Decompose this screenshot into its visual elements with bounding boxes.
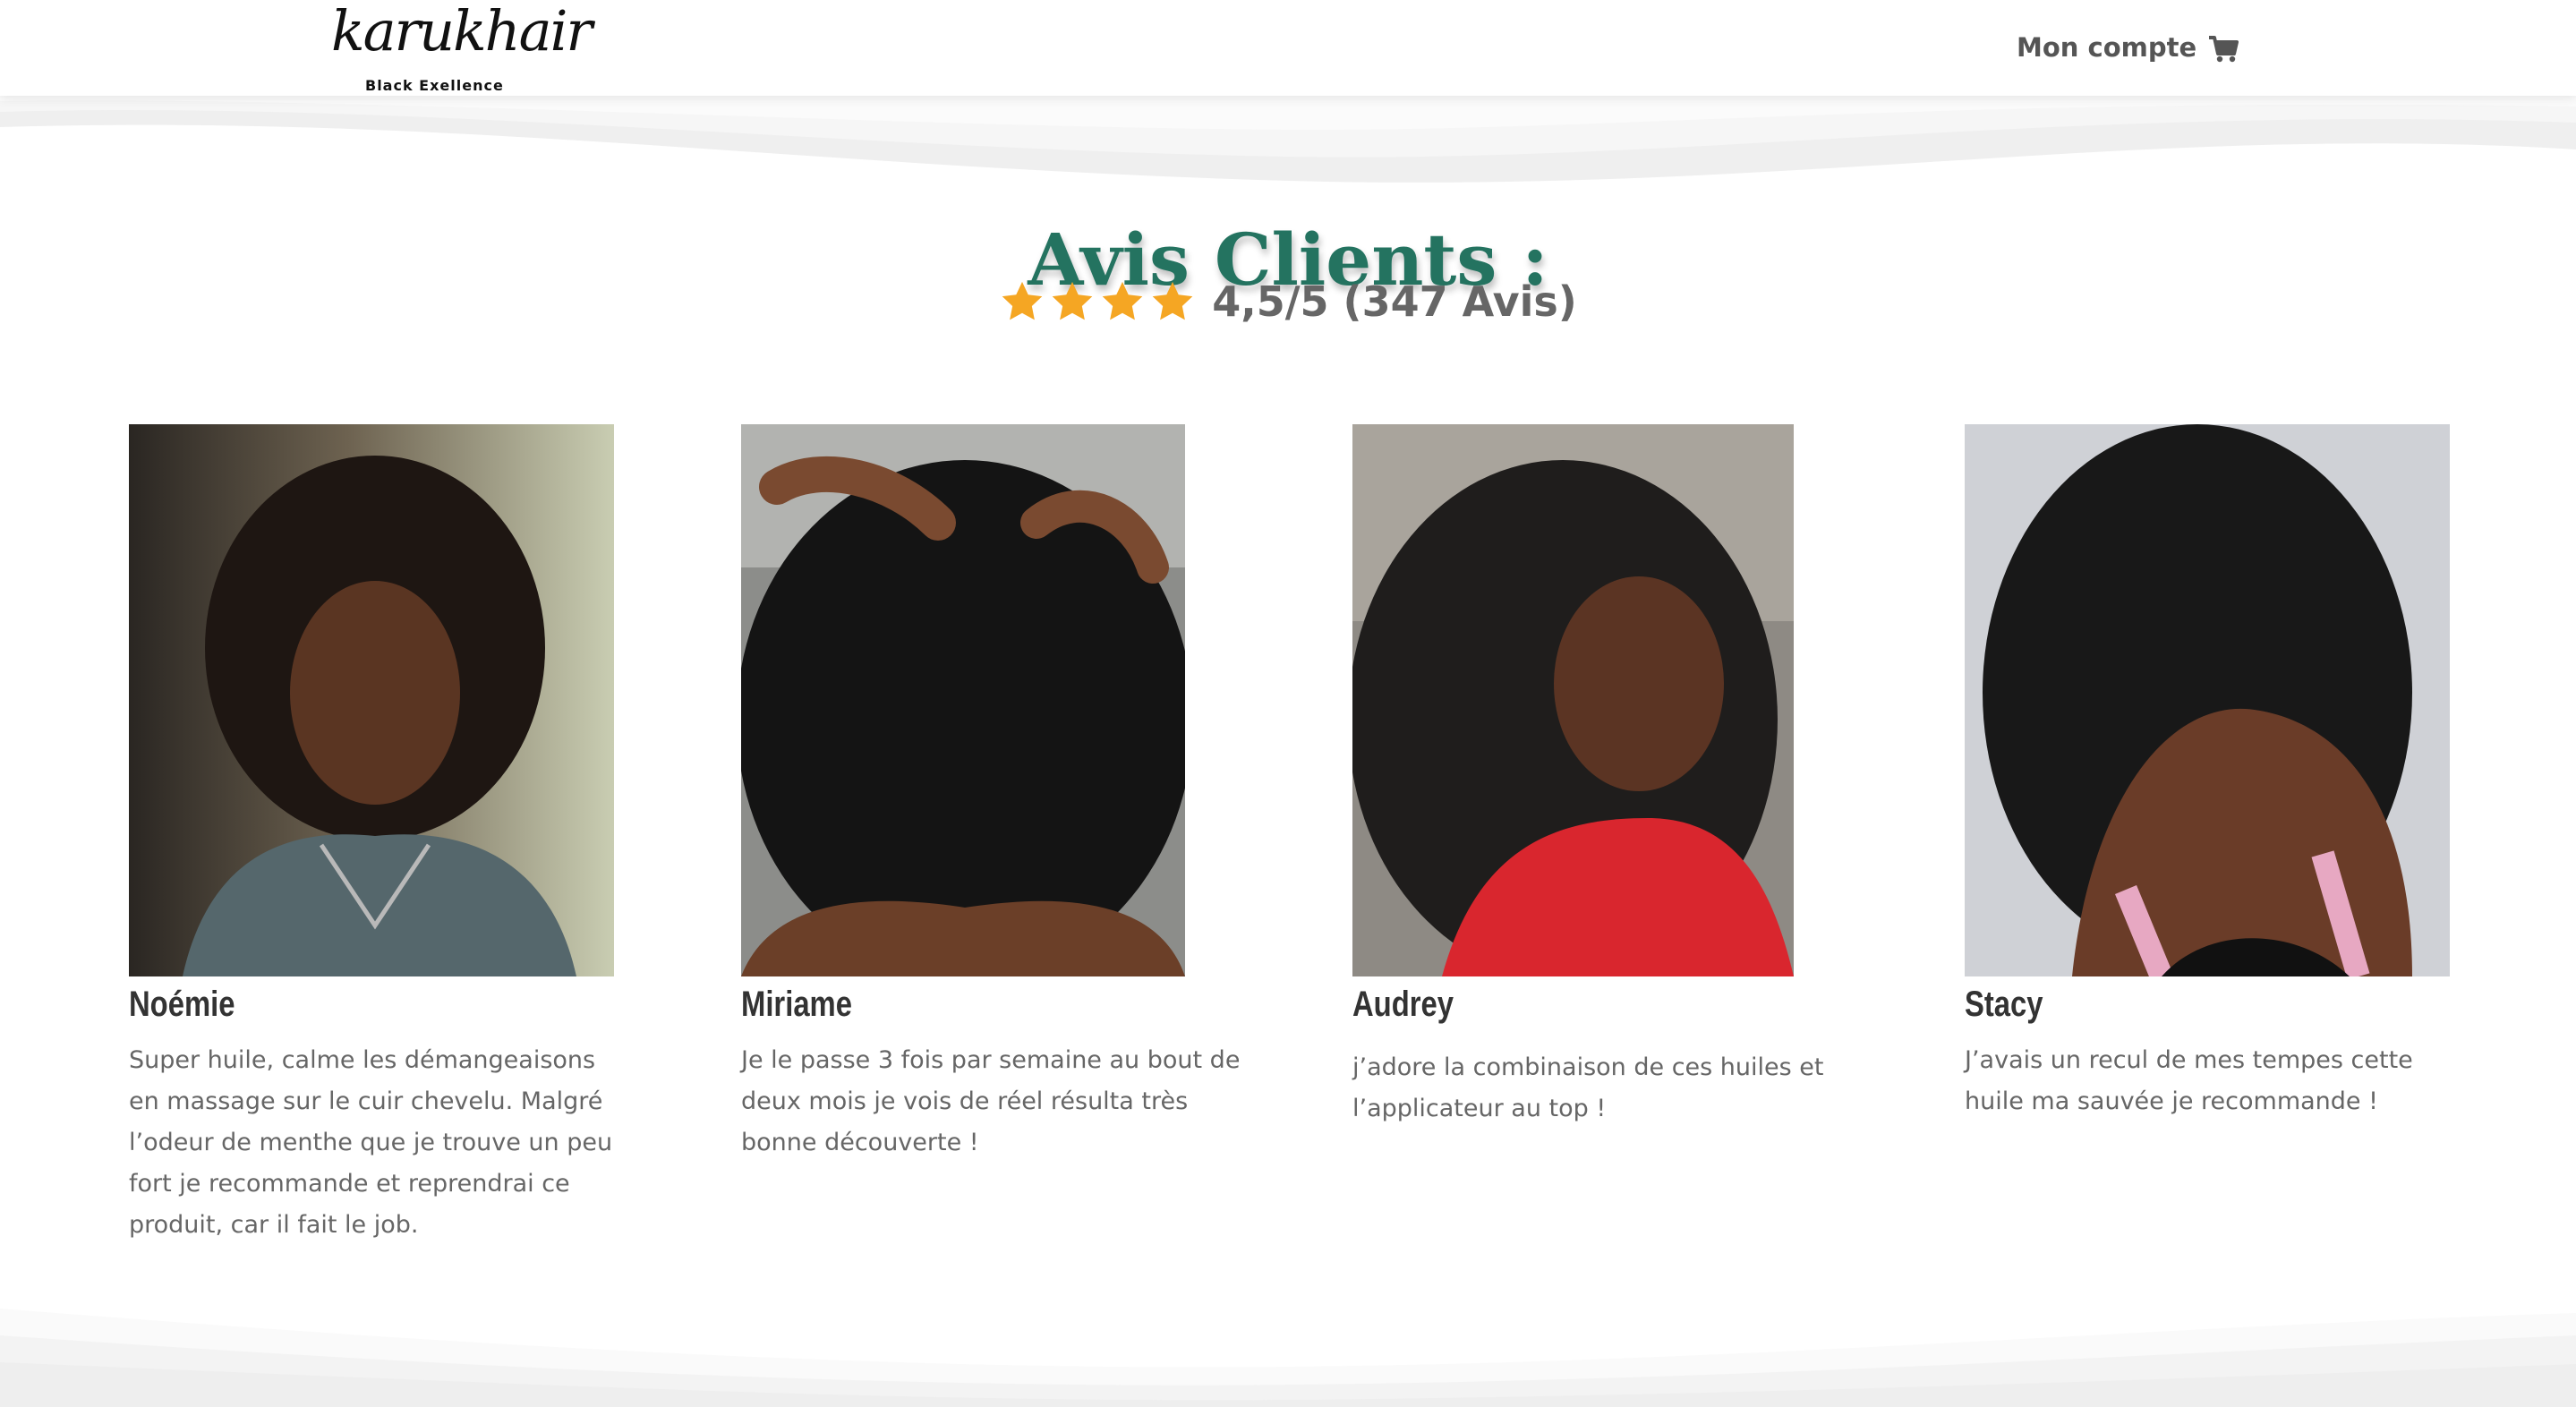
review-text: Super huile, calme les démangeaisons en … <box>129 1046 613 1239</box>
reviewer-name: Miriame <box>741 985 852 1024</box>
rating-text: 4,5/5 (347 Avis) <box>1212 277 1577 326</box>
star-icon <box>1052 281 1093 320</box>
review-photo <box>1965 424 2450 976</box>
review-card: Noémie Super huile, calme les démangeais… <box>129 424 614 1239</box>
reviewer-name: Audrey <box>1352 985 1454 1024</box>
rating-summary: 4,5/5 (347 Avis) <box>0 277 2576 331</box>
review-card: Miriame Je le passe 3 fois par semaine a… <box>741 424 1240 1156</box>
review-card: Stacy J’avais un recul de mes tempes cet… <box>1965 424 2450 1115</box>
bottom-wave-divider <box>0 1309 2576 1407</box>
logo-tagline: Black Exellence <box>365 77 504 94</box>
review-photo <box>741 424 1185 976</box>
reviewer-name: Stacy <box>1965 985 2043 1024</box>
review-photo <box>129 424 614 976</box>
top-wave-divider <box>0 96 2576 183</box>
cart-icon <box>2209 36 2239 63</box>
star-icon <box>1102 281 1143 320</box>
reviewer-name: Noémie <box>129 985 235 1024</box>
review-text: Je le passe 3 fois par semaine au bout d… <box>741 1046 1241 1156</box>
nav-account-link[interactable]: Mon compte <box>2017 32 2196 63</box>
star-icon <box>1152 281 1193 320</box>
site-logo[interactable]: karukhair Black Exellence <box>329 0 593 96</box>
logo-script: karukhair <box>331 0 593 64</box>
star-icon <box>1002 281 1043 320</box>
cart-button[interactable] <box>2207 34 2239 64</box>
site-header: karukhair Black Exellence Mon compte <box>0 0 2576 96</box>
review-text: J’avais un recul de mes tempes cette hui… <box>1965 1046 2413 1115</box>
review-text: j’adore la combinaison de ces huiles et … <box>1352 1053 1824 1122</box>
review-photo <box>1352 424 1794 976</box>
review-card: Audrey j’adore la combinaison de ces hui… <box>1352 424 1824 1122</box>
star-rating <box>999 278 1196 325</box>
